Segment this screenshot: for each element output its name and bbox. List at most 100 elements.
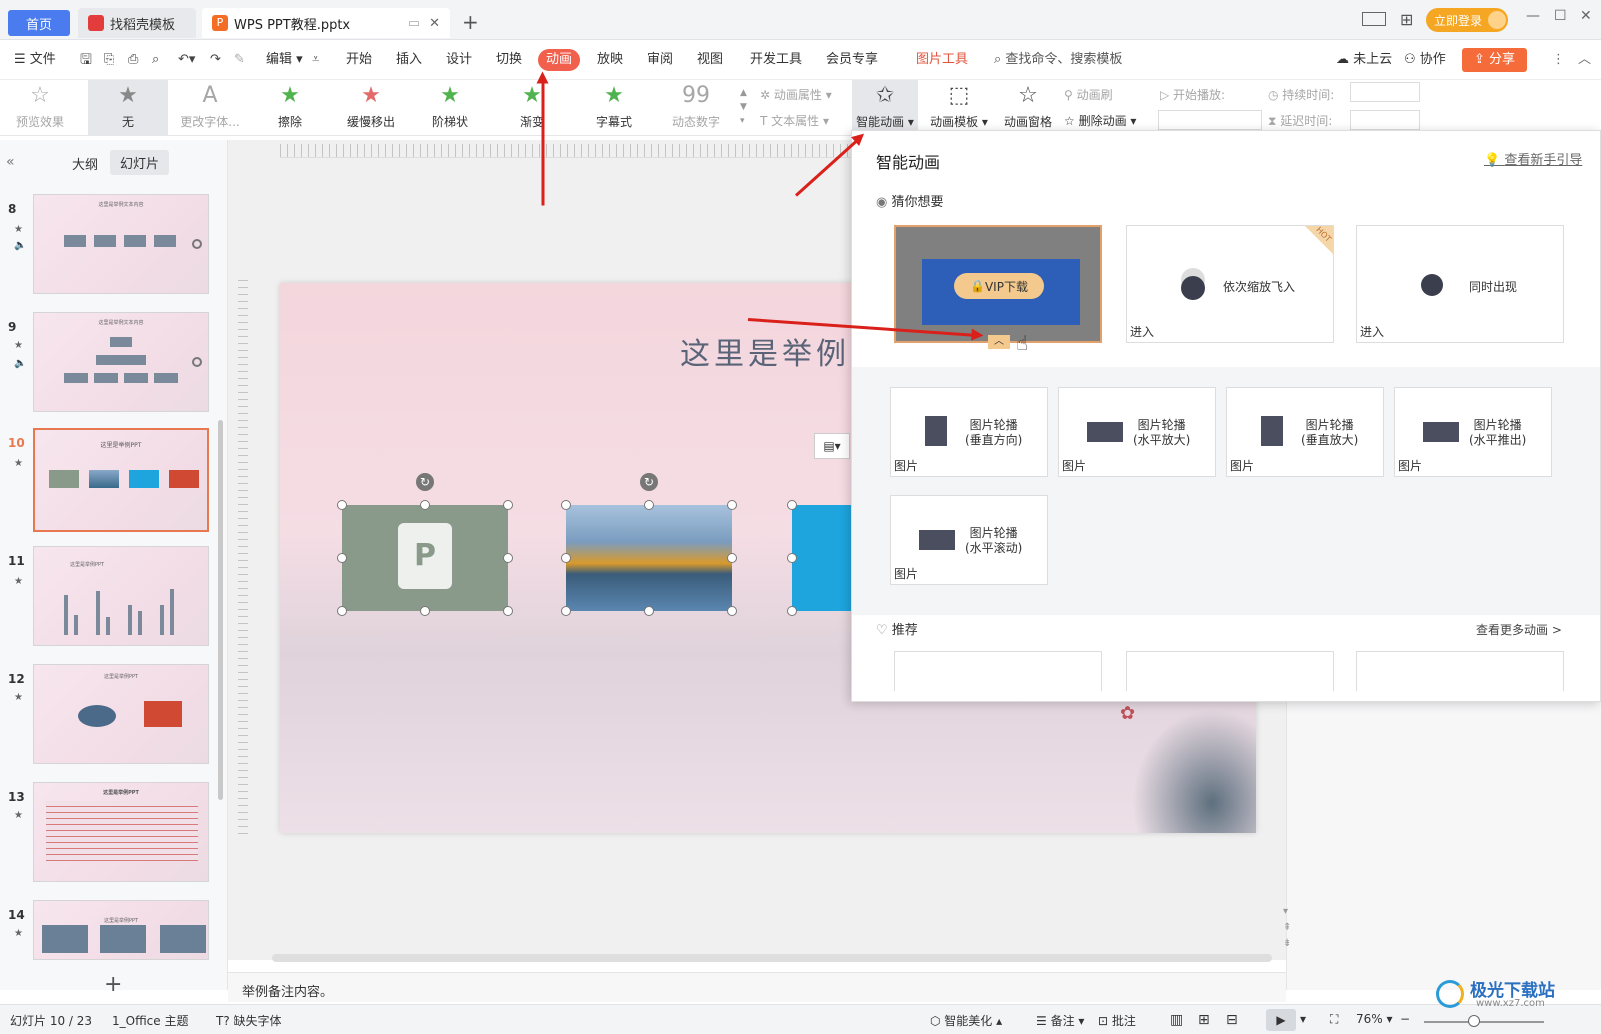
effect-slow-out[interactable]: ★ 缓慢移出 <box>338 80 404 136</box>
menu-start[interactable]: 开始 <box>346 49 372 71</box>
comment-button[interactable]: ⊡ 批注 <box>1098 1012 1136 1029</box>
file-menu[interactable]: ☰ 文件 <box>14 49 56 71</box>
menu-picture-tools[interactable]: 图片工具 <box>916 49 968 71</box>
vip-template-card[interactable]: 🔒 VIP下载 ︿ <box>894 225 1102 349</box>
thumbnail-scrollbar[interactable] <box>218 420 223 800</box>
guide-link[interactable]: 💡 查看新手引导 <box>1484 149 1582 168</box>
resize-handle[interactable] <box>337 553 347 563</box>
resize-handle[interactable] <box>503 553 513 563</box>
resize-handle[interactable] <box>787 606 797 616</box>
start-play-select[interactable] <box>1158 110 1262 130</box>
effect-subtitle[interactable]: ★ 字幕式 <box>584 80 644 136</box>
resize-handle[interactable] <box>644 606 654 616</box>
recommend-card[interactable] <box>1126 651 1334 691</box>
anim-card-appear-together[interactable]: 同时出现 进入 <box>1356 225 1564 343</box>
expand-chevron-icon[interactable]: ︿ <box>988 335 1010 349</box>
login-button[interactable]: 立即登录 <box>1426 8 1508 32</box>
share-button[interactable]: ⇪ 分享 <box>1462 48 1528 72</box>
slide-thumbnail[interactable]: 这里是举例文本内容 <box>33 194 209 294</box>
smart-beautify-button[interactable]: ⬡ 智能美化 ▴ <box>930 1012 1002 1029</box>
resize-handle[interactable] <box>503 606 513 616</box>
redo-icon[interactable]: ↷ <box>210 49 221 71</box>
slide-thumbnail[interactable]: 这里是举例PPT <box>33 664 209 764</box>
save-icon[interactable]: 🖫 <box>80 49 92 71</box>
menu-slideshow[interactable]: 放映 <box>597 49 623 71</box>
anim-card-zoom-fly-in[interactable]: 依次缩放飞入 进入 HOT <box>1126 225 1334 343</box>
undo-icon[interactable]: ↶▾ <box>178 49 195 71</box>
anim-card-carousel-vertical[interactable]: 图片轮播 (垂直方向) 图片 <box>890 387 1048 477</box>
resize-handle[interactable] <box>561 606 571 616</box>
zoom-level[interactable]: 76% ▾ <box>1356 1012 1393 1026</box>
anim-card-carousel-vertical-zoom[interactable]: 图片轮播 (垂直放大) 图片 <box>1226 387 1384 477</box>
grid-icon[interactable]: ⊞ <box>1400 10 1413 29</box>
zoom-slider-thumb[interactable] <box>1468 1015 1480 1027</box>
menu-developer[interactable]: 开发工具 <box>750 49 802 71</box>
recommend-card[interactable] <box>894 651 1102 691</box>
resize-handle[interactable] <box>727 500 737 510</box>
layout-options-icon[interactable]: ▤▾ <box>814 433 850 459</box>
play-slideshow-icon[interactable]: ▶ <box>1266 1009 1296 1031</box>
resize-handle[interactable] <box>503 500 513 510</box>
gallery-scroll-icon[interactable]: ▲ ▼ ▾ <box>740 86 747 128</box>
text-props-dropdown[interactable]: T 文本属性 ▾ <box>760 112 829 129</box>
animation-template-button[interactable]: ⬚ 动画模板 ▾ <box>926 80 992 136</box>
add-slide-button[interactable]: + <box>104 972 122 997</box>
close-window-icon[interactable]: ✕ <box>1580 8 1592 24</box>
quick-access-dropdown-icon[interactable]: ⩡ <box>312 49 319 71</box>
pin-icon[interactable]: ▭ <box>408 16 420 31</box>
missing-font-button[interactable]: T? 缺失字体 <box>216 1012 282 1029</box>
search-command[interactable]: ⌕ 查找命令、搜索模板 <box>994 49 1122 71</box>
slide-image-ppt-logo[interactable]: P <box>342 505 508 611</box>
menu-review[interactable]: 审阅 <box>647 49 673 71</box>
tab-daoke[interactable]: 找稻壳模板 <box>78 8 196 38</box>
resize-handle[interactable] <box>727 606 737 616</box>
tab-home[interactable]: 首页 <box>8 10 70 36</box>
notes-pane[interactable]: 举例备注内容。 <box>228 972 1286 1002</box>
tab-document[interactable]: P WPS PPT教程.pptx ▭ ✕ <box>202 8 450 38</box>
menu-animation[interactable]: 动画 <box>538 49 581 71</box>
resize-handle[interactable] <box>561 500 571 510</box>
resize-handle[interactable] <box>787 500 797 510</box>
menu-member[interactable]: 会员专享 <box>826 49 878 71</box>
add-tab-button[interactable]: + <box>462 10 479 34</box>
effect-wipe[interactable]: ★ 擦除 <box>262 80 318 136</box>
resize-handle[interactable] <box>561 553 571 563</box>
zoom-slider[interactable] <box>1424 1021 1544 1023</box>
smart-animation-button[interactable]: ✩ 智能动画 ▾ <box>852 80 918 136</box>
slide-thumbnail[interactable]: 这里是举例文本内容 <box>33 312 209 412</box>
resize-handle[interactable] <box>420 606 430 616</box>
minimize-icon[interactable]: — <box>1526 8 1540 24</box>
menu-transition[interactable]: 切换 <box>496 49 522 71</box>
fit-window-icon[interactable]: ⛶ <box>1330 1012 1338 1027</box>
layout-icon[interactable] <box>1362 12 1386 26</box>
normal-view-icon[interactable]: ▥ <box>1170 1012 1183 1028</box>
collaborate-button[interactable]: ⚇ 协作 <box>1404 49 1446 71</box>
vip-download-button[interactable]: 🔒 VIP下载 <box>954 273 1044 299</box>
rotate-handle-icon[interactable]: ↻ <box>640 473 658 491</box>
collapse-ribbon-icon[interactable]: ︿ <box>1578 49 1591 71</box>
animation-pane-button[interactable]: ☆ 动画窗格 <box>1000 80 1056 136</box>
resize-handle[interactable] <box>787 553 797 563</box>
edit-menu[interactable]: 编辑 ▾ <box>266 49 303 71</box>
print-preview-icon[interactable]: ⌕ <box>152 49 159 71</box>
collapse-panel-icon[interactable]: « <box>6 154 15 170</box>
export-icon[interactable]: ⎘ <box>104 49 114 71</box>
effect-dynamic-number[interactable]: 99 动态数字 <box>664 80 728 136</box>
resize-handle[interactable] <box>420 500 430 510</box>
preview-effect-button[interactable]: ☆ 预览效果 <box>8 80 72 136</box>
slide-thumbnail-selected[interactable]: 这里是举例PPT <box>33 428 209 532</box>
resize-handle[interactable] <box>337 606 347 616</box>
effect-change-font[interactable]: A 更改字体... <box>172 80 248 136</box>
zoom-out-icon[interactable]: − <box>1400 1012 1410 1026</box>
play-options-icon[interactable]: ▾ <box>1300 1012 1306 1026</box>
slide-sorter-icon[interactable]: ⊞ <box>1198 1012 1210 1028</box>
slide-thumbnail[interactable]: 这里是举例PPT <box>33 900 209 960</box>
format-painter-icon[interactable]: ✎ <box>234 49 245 71</box>
resize-handle[interactable] <box>727 553 737 563</box>
print-icon[interactable]: ⎙ <box>128 49 138 71</box>
delay-input[interactable] <box>1350 110 1420 130</box>
recommend-card[interactable] <box>1356 651 1564 691</box>
anim-card-carousel-horizontal-push[interactable]: 图片轮播 (水平推出) 图片 <box>1394 387 1552 477</box>
notes-toggle[interactable]: ☰ 备注 ▾ <box>1036 1012 1084 1029</box>
horizontal-scrollbar[interactable] <box>272 954 1272 962</box>
